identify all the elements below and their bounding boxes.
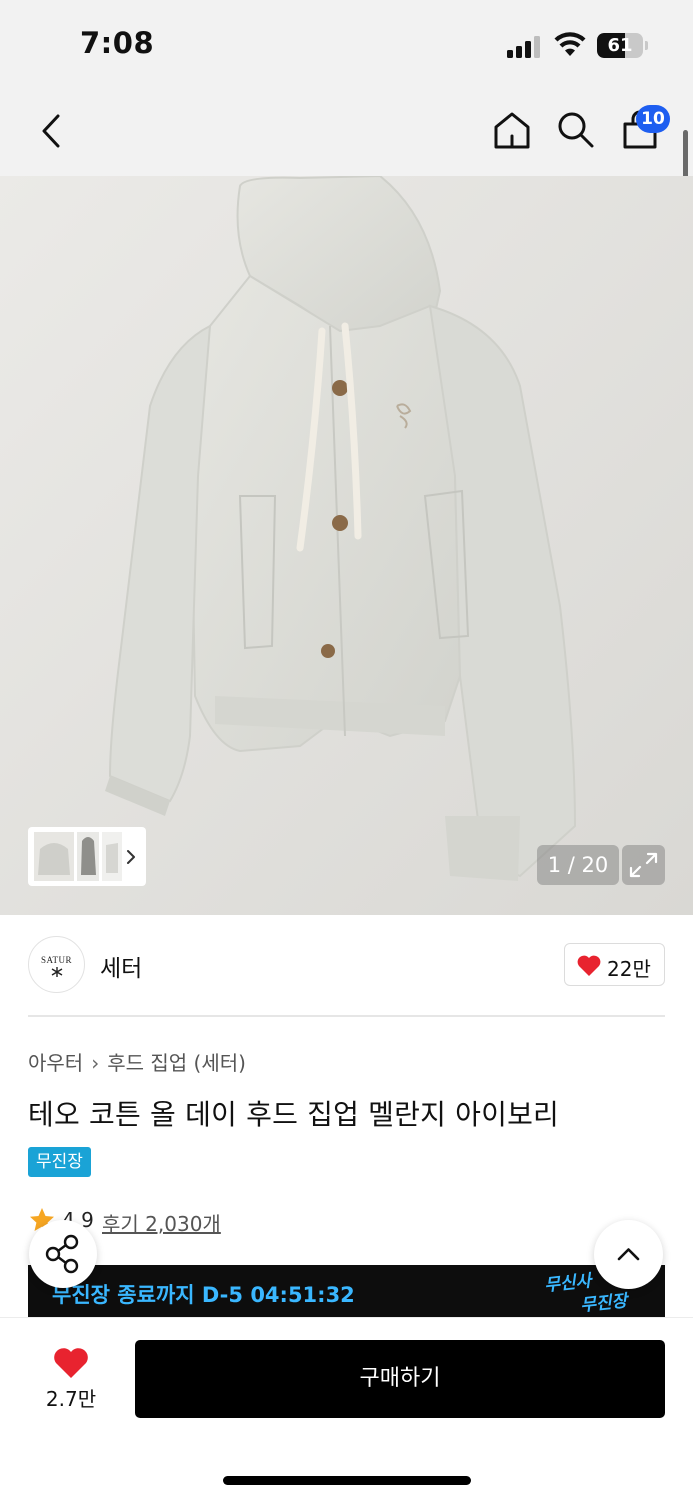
status-time: 7:08	[80, 26, 155, 60]
wifi-icon	[554, 32, 586, 56]
brand-logo[interactable]: SATUR	[28, 936, 85, 993]
product-image-gallery[interactable]: 1 / 20	[0, 176, 693, 915]
search-icon[interactable]	[556, 110, 596, 150]
scroll-to-top-button[interactable]	[594, 1220, 663, 1289]
breadcrumb: 아우터 › 후드 집업 (세터)	[28, 1047, 246, 1076]
gallery-thumbnail-strip[interactable]	[28, 827, 146, 886]
promo-countdown: 무진장 종료까지 D-5 04:51:32	[52, 1283, 355, 1307]
status-bar: 7:08 61	[0, 0, 693, 90]
chevron-left-icon[interactable]	[38, 112, 64, 150]
battery-level: 61	[607, 35, 633, 56]
svg-text:무신사: 무신사	[543, 1271, 594, 1296]
heart-icon[interactable]	[52, 1346, 90, 1380]
promo-banner[interactable]: 무진장 종료까지 D-5 04:51:32 무신사 무진장	[28, 1265, 665, 1319]
chevron-up-icon	[617, 1248, 640, 1261]
divider	[28, 1015, 665, 1017]
expand-icon	[629, 852, 658, 878]
thumbnail-images[interactable]	[28, 827, 146, 886]
home-icon[interactable]	[492, 110, 532, 150]
breadcrumb-category[interactable]: 아우터	[28, 1051, 83, 1075]
cart-count-badge: 10	[636, 105, 670, 133]
battery-cap	[645, 41, 648, 50]
brand-like-count: 22만	[607, 957, 651, 981]
brand-row[interactable]: SATUR 세터 22만	[0, 915, 693, 1017]
top-navigation-bar	[0, 90, 693, 176]
brand-logo-text: SATUR	[40, 955, 72, 965]
reviews-link[interactable]: 후기 2,030개	[102, 1208, 221, 1237]
breadcrumb-subcategory[interactable]: 후드 집업 (세터)	[107, 1051, 246, 1075]
chevron-right-icon[interactable]	[127, 850, 135, 864]
cellular-signal-icon	[507, 36, 543, 58]
expand-image-button[interactable]	[622, 845, 665, 885]
brand-like-button[interactable]: 22만	[564, 943, 665, 986]
wishlist-count: 2.7만	[45, 1387, 97, 1411]
product-title: 테오 코튼 올 데이 후드 집업 멜란지 아이보리	[28, 1098, 559, 1131]
buy-button[interactable]: 구매하기	[135, 1340, 665, 1418]
share-button[interactable]	[29, 1220, 97, 1288]
promo-tag-badge: 무진장	[28, 1147, 91, 1177]
chevron-right-icon: ›	[91, 1051, 100, 1075]
heart-icon	[577, 955, 601, 976]
svg-text:무진장: 무진장	[579, 1291, 631, 1316]
brand-name[interactable]: 세터	[100, 949, 142, 983]
image-counter: 1 / 20	[537, 845, 619, 885]
battery-icon: 61	[597, 33, 643, 58]
brand-logo-mark	[51, 967, 63, 977]
home-indicator[interactable]	[223, 1476, 471, 1485]
share-icon	[45, 1234, 79, 1274]
product-image	[0, 176, 693, 915]
